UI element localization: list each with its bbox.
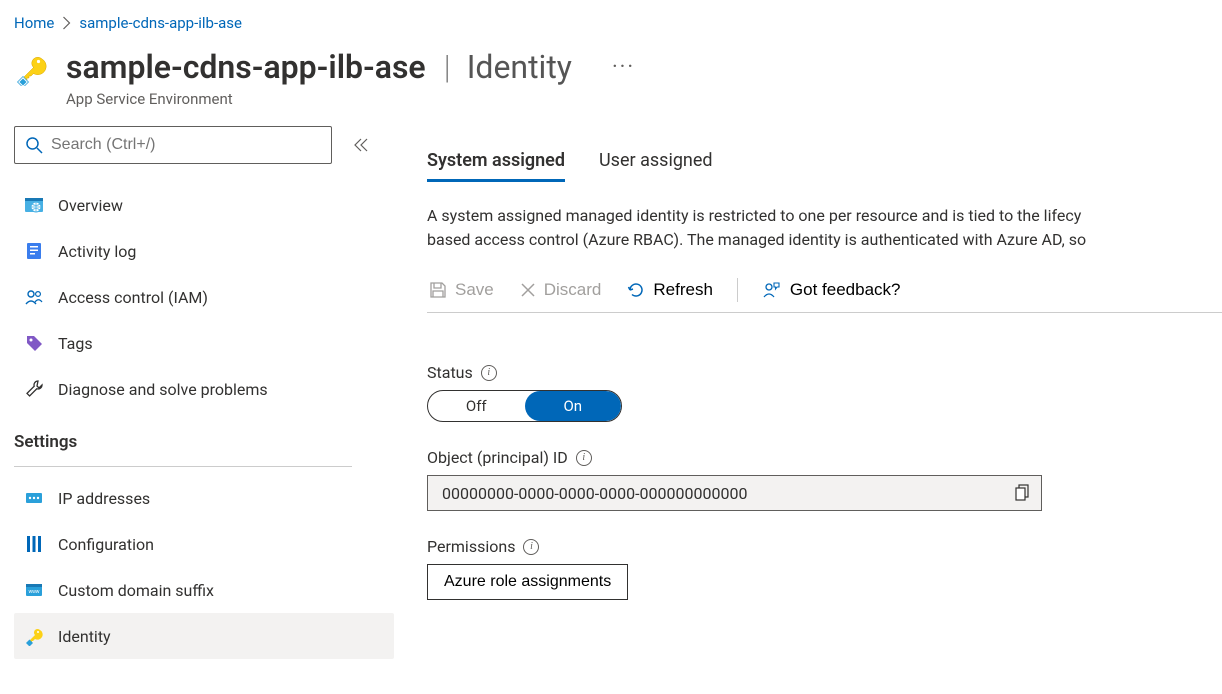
page-header: sample-cdns-app-ilb-ase | Identity ··· A… xyxy=(0,40,1222,126)
search-icon xyxy=(25,136,43,154)
toggle-on[interactable]: On xyxy=(525,391,622,421)
search-box[interactable] xyxy=(14,126,332,164)
sidebar-item-label: Access control (IAM) xyxy=(58,288,208,307)
refresh-label: Refresh xyxy=(653,280,713,300)
info-icon[interactable]: i xyxy=(523,539,539,555)
sidebar-item-label: Overview xyxy=(58,196,123,215)
sidebar-item-label: Configuration xyxy=(58,535,154,554)
sidebar-item-label: Tags xyxy=(58,334,93,353)
tab-user-assigned[interactable]: User assigned xyxy=(599,150,713,182)
save-icon xyxy=(429,281,447,299)
search-input[interactable] xyxy=(51,136,321,154)
wrench-icon xyxy=(24,379,44,399)
sidebar-item-identity[interactable]: Identity xyxy=(14,613,394,659)
collapse-sidebar-icon[interactable] xyxy=(354,138,368,152)
save-button: Save xyxy=(427,278,496,302)
title-separator: | xyxy=(444,48,451,86)
sidebar-item-label: Identity xyxy=(58,627,111,646)
close-icon xyxy=(520,282,536,298)
status-field: Status i Off On xyxy=(427,363,1222,422)
feedback-icon xyxy=(762,280,782,300)
object-id-field: Object (principal) ID i 00000000-0000-00… xyxy=(427,448,1222,511)
breadcrumb: Home sample-cdns-app-ilb-ase xyxy=(0,0,1222,40)
info-icon[interactable]: i xyxy=(481,365,497,381)
page-section-title: Identity xyxy=(467,48,572,86)
divider xyxy=(14,466,352,467)
sidebar: Overview Activity log Access control (IA… xyxy=(0,126,385,659)
sidebar-item-activity-log[interactable]: Activity log xyxy=(14,228,394,274)
sidebar-item-label: Custom domain suffix xyxy=(58,581,214,600)
more-icon[interactable]: ··· xyxy=(612,55,635,80)
page-title: sample-cdns-app-ilb-ase xyxy=(66,48,426,86)
object-id-value: 00000000-0000-0000-0000-000000000000 xyxy=(442,484,747,503)
sidebar-item-diagnose[interactable]: Diagnose and solve problems xyxy=(14,366,394,412)
permissions-label: Permissions xyxy=(427,537,515,556)
sidebar-item-configuration[interactable]: Configuration xyxy=(14,521,394,567)
sidebar-item-custom-domain[interactable]: www Custom domain suffix xyxy=(14,567,394,613)
save-label: Save xyxy=(455,280,494,300)
domain-icon: www xyxy=(24,580,44,600)
chevron-right-icon xyxy=(62,16,71,30)
status-label: Status xyxy=(427,363,473,382)
resource-type-label: App Service Environment xyxy=(66,90,635,108)
feedback-button[interactable]: Got feedback? xyxy=(760,278,903,302)
globe-icon xyxy=(24,195,44,215)
tabs: System assigned User assigned xyxy=(427,150,1222,182)
key-icon xyxy=(14,52,48,86)
azure-role-assignments-button[interactable]: Azure role assignments xyxy=(427,564,628,600)
main-content: System assigned User assigned A system a… xyxy=(385,126,1222,659)
description-text: A system assigned managed identity is re… xyxy=(427,204,1222,252)
refresh-button[interactable]: Refresh xyxy=(625,278,715,302)
feedback-label: Got feedback? xyxy=(790,280,901,300)
copy-icon[interactable] xyxy=(1015,484,1031,502)
log-icon xyxy=(24,241,44,261)
sidebar-item-label: Diagnose and solve problems xyxy=(58,380,268,399)
sidebar-item-overview[interactable]: Overview xyxy=(14,182,394,228)
discard-label: Discard xyxy=(544,280,602,300)
breadcrumb-home[interactable]: Home xyxy=(14,14,54,32)
discard-button: Discard xyxy=(518,278,604,302)
permissions-field: Permissions i Azure role assignments xyxy=(427,537,1222,600)
svg-text:www: www xyxy=(29,589,40,595)
sliders-icon xyxy=(24,534,44,554)
status-toggle[interactable]: Off On xyxy=(427,390,622,422)
people-icon xyxy=(24,287,44,307)
sidebar-section-settings: Settings xyxy=(14,412,385,460)
info-icon[interactable]: i xyxy=(576,450,592,466)
tab-system-assigned[interactable]: System assigned xyxy=(427,150,565,182)
breadcrumb-resource[interactable]: sample-cdns-app-ilb-ase xyxy=(79,14,242,32)
sidebar-item-access-control[interactable]: Access control (IAM) xyxy=(14,274,394,320)
object-id-value-box: 00000000-0000-0000-0000-000000000000 xyxy=(427,475,1042,511)
sidebar-item-label: IP addresses xyxy=(58,489,150,508)
toolbar: Save Discard Refresh Got feedback? xyxy=(427,278,1222,313)
toggle-off[interactable]: Off xyxy=(428,391,525,421)
key-small-icon xyxy=(24,626,44,646)
object-id-label: Object (principal) ID xyxy=(427,448,568,467)
sidebar-item-tags[interactable]: Tags xyxy=(14,320,394,366)
sidebar-item-label: Activity log xyxy=(58,242,136,261)
refresh-icon xyxy=(627,281,645,299)
tag-icon xyxy=(24,333,44,353)
ip-icon xyxy=(24,488,44,508)
sidebar-item-ip-addresses[interactable]: IP addresses xyxy=(14,475,394,521)
divider xyxy=(737,278,738,302)
